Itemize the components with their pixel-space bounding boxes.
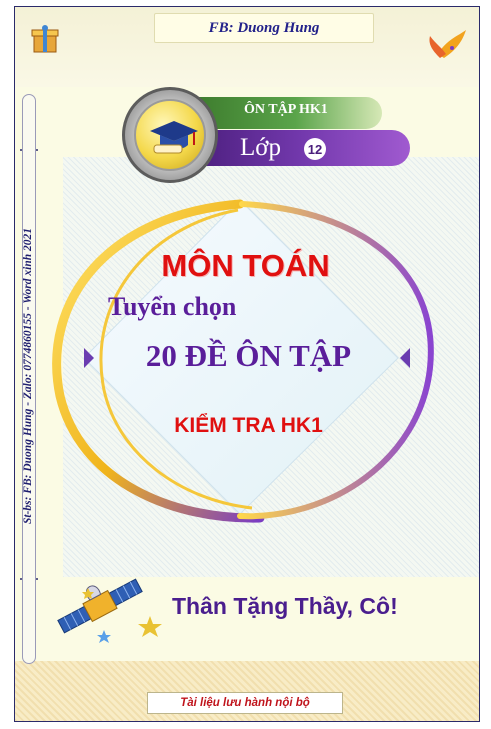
star-icon [138, 616, 162, 637]
badge-label: ÔN TẬP HK1 [244, 102, 328, 117]
count-title: 20 ĐỀ ÔN TẬP [145, 338, 352, 373]
grade-number: 12 [304, 138, 326, 160]
footer-text: Tài liệu lưu hành nội bộ [180, 697, 310, 709]
footer-box: Tài liệu lưu hành nội bộ [147, 692, 343, 714]
satellite-icon [57, 578, 143, 634]
graduation-cap-icon [134, 99, 206, 171]
dedication-text: Thân Tặng Thầy, Cô! [172, 593, 398, 619]
badge-ribbon-bottom [190, 130, 410, 166]
subtitle: Tuyển chọn [108, 292, 237, 321]
star-icon [97, 630, 111, 643]
gift-icon [31, 25, 59, 53]
header-box: FB: Duong Hung [154, 13, 374, 43]
subject-title: MÔN TOÁN [161, 248, 330, 283]
side-strip: St-bs: FB: Duong Hung - Zalo: 0774860155… [16, 84, 40, 668]
grade-prefix: Lớp [240, 134, 281, 161]
exam-title: KIỂM TRA HK1 [174, 414, 323, 437]
header-text: FB: Duong Hung [208, 19, 320, 36]
flame-bird-icon [429, 30, 466, 58]
